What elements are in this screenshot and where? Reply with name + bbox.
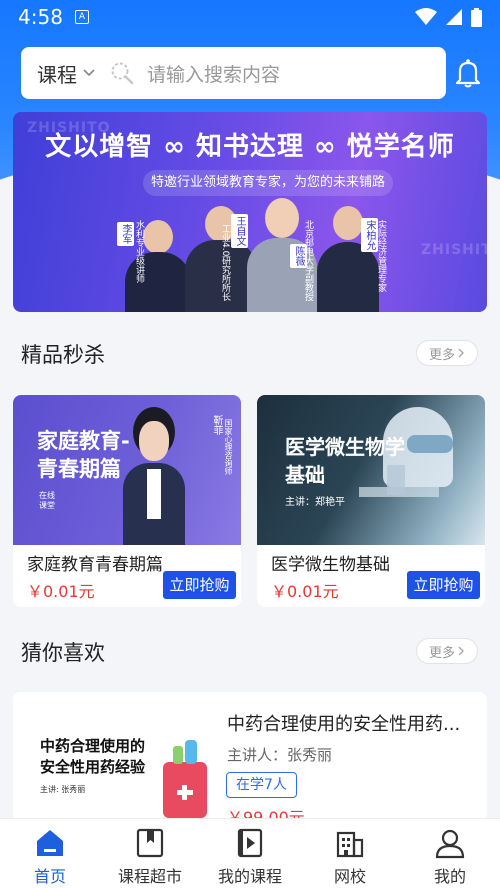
status-indicator-icon: A bbox=[74, 10, 89, 24]
course-thumbnail: 家庭教育- 青春期篇 在线课堂 靳菲 国家心理咨询师 bbox=[13, 395, 241, 545]
flash-sale-card[interactable]: 医学微生物学 基础 主讲：郑艳平 医学微生物基础 ￥0.01元 立即抢购 bbox=[257, 395, 485, 607]
lecturer-photo bbox=[123, 407, 185, 545]
expert-name: 王自文 bbox=[231, 214, 248, 248]
signal-icon bbox=[446, 9, 462, 25]
expert-desc: 水利专业级讲师 bbox=[134, 220, 144, 283]
building-icon bbox=[336, 831, 364, 858]
chevron-right-icon bbox=[458, 646, 464, 656]
course-title: 家庭教育青春期篇 bbox=[27, 555, 163, 575]
thumbnail-title: 中药合理使用的 bbox=[40, 737, 146, 755]
recommend-course-card[interactable]: 中药合理使用的 安全性用药经验 主讲: 张秀丽 中药合理使用的安全性用药... … bbox=[13, 692, 487, 822]
wifi-icon bbox=[415, 8, 437, 25]
thumbnail-lecturer: 主讲：郑艳平 bbox=[285, 497, 345, 508]
course-price: ￥0.01元 bbox=[271, 582, 339, 601]
more-label: 更多 bbox=[428, 347, 455, 363]
expert-desc: 工业4.0研究所所长 bbox=[220, 224, 230, 302]
search-category-select[interactable]: 课程 bbox=[37, 59, 77, 88]
chevron-down-icon[interactable] bbox=[83, 69, 95, 77]
thumbnail-title: 安全性用药经验 bbox=[40, 758, 146, 776]
thumbnail-lecturer-name: 靳菲 bbox=[211, 415, 222, 435]
expert-desc: 北京邮电大学副教授 bbox=[303, 220, 313, 301]
home-icon bbox=[37, 830, 63, 856]
nav-label: 我的课程 bbox=[217, 867, 282, 886]
nav-label: 我的 bbox=[433, 867, 466, 886]
buy-now-button[interactable]: 立即抢购 bbox=[163, 571, 236, 599]
buy-now-button[interactable]: 立即抢购 bbox=[407, 571, 480, 599]
recommend-title: 猜你喜欢 bbox=[21, 641, 105, 665]
course-thumbnail: 中药合理使用的 安全性用药经验 主讲: 张秀丽 bbox=[13, 692, 213, 822]
nav-my-courses[interactable]: 我的课程 bbox=[200, 819, 300, 888]
search-icon bbox=[111, 62, 134, 85]
status-bar: 4:58 A bbox=[0, 0, 500, 34]
nav-label: 网校 bbox=[333, 867, 366, 886]
nav-course-market[interactable]: 课程超市 bbox=[100, 819, 200, 888]
thumbnail-tag: 在线课堂 bbox=[39, 491, 55, 510]
thumbnail-title: 基础 bbox=[285, 463, 325, 487]
learners-badge: 在学7人 bbox=[226, 772, 297, 798]
course-title: 中药合理使用的安全性用药... bbox=[227, 714, 461, 735]
thumbnail-title: 医学微生物学 bbox=[285, 435, 405, 459]
status-time: 4:58 bbox=[18, 5, 63, 29]
flash-sale-title: 精品秒杀 bbox=[21, 343, 105, 367]
nav-school[interactable]: 网校 bbox=[300, 819, 400, 888]
search-input[interactable]: 请输入搜索内容 bbox=[147, 60, 280, 87]
search-bar[interactable]: 课程 请输入搜索内容 bbox=[21, 47, 446, 99]
course-lecturer: 主讲人：张秀丽 bbox=[227, 746, 333, 764]
banner-subtitle: 特邀行业领域教育专家，为您的未来铺路 bbox=[143, 170, 393, 196]
banner-watermark: ZHISHITO bbox=[421, 242, 487, 258]
nav-label: 首页 bbox=[33, 867, 66, 886]
bottom-nav: 首页 课程超市 我的课程 网校 我的 bbox=[0, 818, 500, 888]
more-label: 更多 bbox=[428, 645, 455, 661]
course-thumbnail: 医学微生物学 基础 主讲：郑艳平 bbox=[257, 395, 485, 545]
flash-sale-card[interactable]: 家庭教育- 青春期篇 在线课堂 靳菲 国家心理咨询师 家庭教育青春期篇 ￥0.0… bbox=[13, 395, 241, 607]
nav-home[interactable]: 首页 bbox=[0, 819, 100, 888]
battery-icon bbox=[471, 7, 482, 27]
thumbnail-title: 青春期篇 bbox=[37, 457, 121, 481]
thumbnail-title: 家庭教育- bbox=[37, 429, 130, 453]
thumbnail-lecturer-role: 国家心理咨询师 bbox=[224, 419, 233, 475]
expert-desc: 实际经济管理专家 bbox=[376, 220, 386, 292]
course-price: ￥0.01元 bbox=[27, 582, 95, 601]
expert-name: 李军 bbox=[117, 222, 134, 246]
course-title: 医学微生物基础 bbox=[271, 555, 390, 575]
video-book-icon bbox=[237, 828, 263, 858]
bell-icon[interactable] bbox=[454, 58, 482, 88]
flash-sale-more-button[interactable]: 更多 bbox=[416, 340, 478, 366]
nav-profile[interactable]: 我的 bbox=[400, 819, 500, 888]
thumbnail-lecturer: 主讲: 张秀丽 bbox=[40, 785, 86, 794]
recommend-more-button[interactable]: 更多 bbox=[416, 638, 478, 664]
banner-title: 文以增智 ∞ 知书达理 ∞ 悦学名师 bbox=[45, 132, 455, 162]
bookmark-book-icon bbox=[136, 828, 164, 858]
person-icon bbox=[435, 829, 465, 859]
chevron-right-icon bbox=[458, 348, 464, 358]
nav-label: 课程超市 bbox=[117, 867, 182, 886]
promo-banner[interactable]: ZHISHITO ZHISHITO 文以增智 ∞ 知书达理 ∞ 悦学名师 特邀行… bbox=[13, 112, 487, 312]
